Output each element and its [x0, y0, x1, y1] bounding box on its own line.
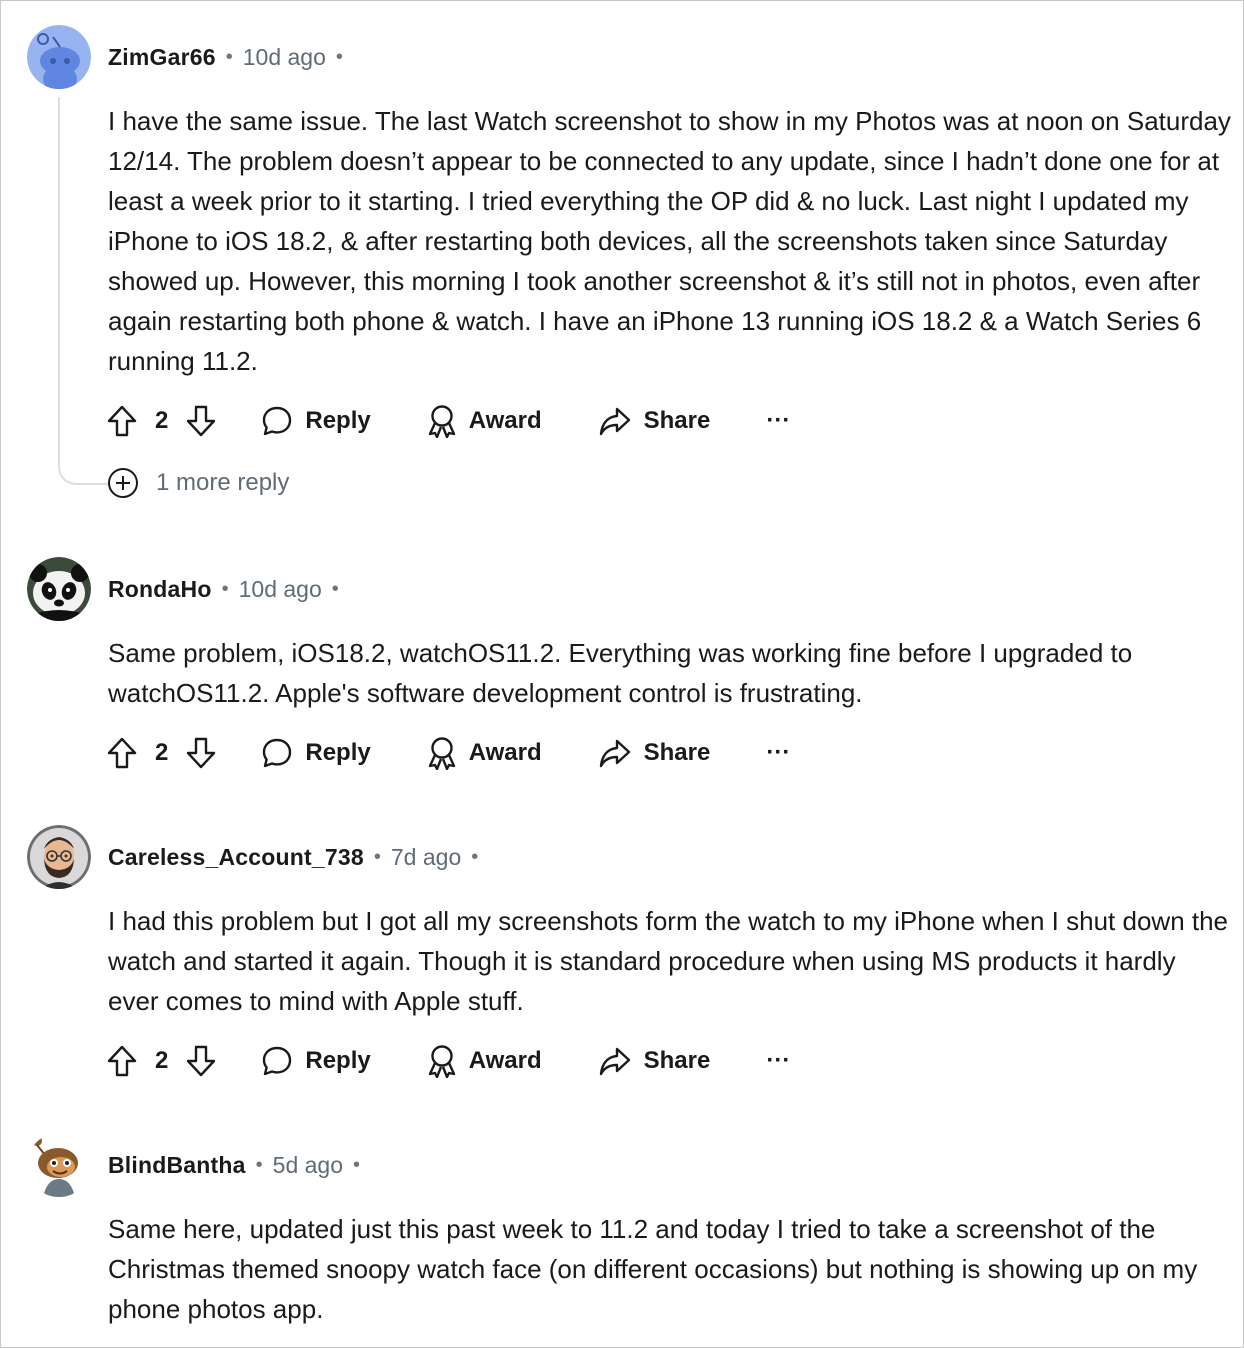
reddit-snoo-avatar-icon [27, 25, 91, 89]
share-arrow-icon [599, 1047, 630, 1076]
more-options-button[interactable]: ··· [766, 401, 790, 441]
separator-dot: • [353, 1153, 361, 1176]
separator-dot: • [221, 577, 229, 600]
author-name[interactable]: Careless_Account_738 [108, 844, 364, 871]
separator-dot: • [255, 1153, 263, 1176]
speech-bubble-icon [263, 1046, 292, 1076]
reply-button[interactable]: Reply [261, 1041, 371, 1081]
downvote-button[interactable] [185, 401, 217, 441]
more-options-button[interactable]: ··· [766, 733, 790, 773]
plus-circle-icon [108, 468, 138, 498]
award-button[interactable]: Award [427, 733, 542, 773]
separator-dot: • [373, 845, 381, 868]
snoo-custom-avatar-icon [27, 1133, 91, 1197]
upvote-arrow-icon [107, 1045, 137, 1077]
award-button[interactable]: Award [427, 401, 542, 441]
share-label: Share [643, 739, 711, 766]
avatar[interactable] [27, 25, 91, 89]
more-options-button[interactable]: ··· [766, 1041, 790, 1081]
comment-meta: Careless_Account_738 • 7d ago • [108, 842, 488, 872]
award-button[interactable]: Award [427, 1041, 542, 1081]
downvote-arrow-icon [187, 1045, 216, 1077]
avatar[interactable] [27, 557, 91, 621]
share-button[interactable]: Share [598, 401, 711, 441]
award-label: Award [468, 1047, 542, 1074]
downvote-arrow-icon [187, 737, 216, 769]
award-label: Award [468, 739, 542, 766]
speech-bubble-icon [263, 406, 292, 436]
comment-actions: 2 Reply Award Share ··· [106, 733, 790, 773]
award-label: Award [468, 407, 542, 434]
upvote-arrow-icon [107, 737, 137, 769]
more-options-icon: ··· [766, 407, 791, 434]
comment-thread: ZimGar66 • 10d ago • I have the same iss… [0, 0, 1244, 1348]
reply-label: Reply [305, 739, 371, 766]
separator-dot: • [225, 45, 233, 68]
downvote-button[interactable] [185, 733, 217, 773]
vote-count: 2 [155, 407, 169, 434]
share-arrow-icon [599, 739, 630, 768]
reply-label: Reply [305, 1047, 371, 1074]
reply-button[interactable]: Reply [261, 733, 371, 773]
more-replies-label: 1 more reply [156, 469, 290, 496]
bearded-man-avatar-icon [27, 825, 91, 889]
award-ribbon-icon [428, 405, 455, 438]
speech-bubble-icon [263, 738, 292, 768]
downvote-button[interactable] [185, 1041, 217, 1081]
upvote-button[interactable] [106, 733, 138, 773]
separator-dot: • [471, 845, 479, 868]
award-ribbon-icon [428, 737, 455, 770]
comment-body: Same problem, iOS18.2, watchOS11.2. Ever… [108, 638, 1133, 708]
upvote-arrow-icon [107, 405, 137, 437]
comment-meta: ZimGar66 • 10d ago • [108, 42, 353, 72]
share-label: Share [643, 1047, 711, 1074]
award-ribbon-icon [428, 1045, 455, 1078]
thread-line[interactable] [58, 97, 108, 485]
share-arrow-icon [599, 407, 630, 436]
more-options-icon: ··· [766, 739, 791, 766]
comment-body: Same here, updated just this past week t… [108, 1214, 1198, 1324]
author-name[interactable]: BlindBantha [108, 1152, 246, 1179]
timestamp[interactable]: 5d ago [273, 1152, 343, 1179]
timestamp[interactable]: 10d ago [239, 576, 322, 603]
vote-count: 2 [155, 739, 169, 766]
separator-dot: • [331, 577, 339, 600]
reply-button[interactable]: Reply [261, 401, 371, 441]
comment-body: I had this problem but I got all my scre… [108, 906, 1229, 1016]
reply-label: Reply [305, 407, 371, 434]
upvote-button[interactable] [106, 1041, 138, 1081]
panda-avatar-icon [27, 557, 91, 621]
vote-count: 2 [155, 1047, 169, 1074]
comment-actions: 2 Reply Award Share ··· [106, 1041, 790, 1081]
avatar[interactable] [27, 825, 91, 889]
share-button[interactable]: Share [598, 733, 711, 773]
comment-meta: RondaHo • 10d ago • [108, 574, 349, 604]
comment-actions: 2 Reply Award Share ··· [106, 401, 790, 441]
more-options-icon: ··· [766, 1047, 791, 1074]
comment-body: I have the same issue. The last Watch sc… [108, 106, 1231, 376]
author-name[interactable]: ZimGar66 [108, 44, 216, 71]
downvote-arrow-icon [187, 405, 216, 437]
avatar[interactable] [27, 1133, 91, 1197]
more-replies-button[interactable]: 1 more reply [108, 468, 289, 498]
separator-dot: • [335, 45, 343, 68]
share-label: Share [643, 407, 711, 434]
upvote-button[interactable] [106, 401, 138, 441]
comment-meta: BlindBantha • 5d ago • [108, 1150, 370, 1180]
author-name[interactable]: RondaHo [108, 576, 212, 603]
share-button[interactable]: Share [598, 1041, 711, 1081]
timestamp[interactable]: 10d ago [243, 44, 326, 71]
timestamp[interactable]: 7d ago [391, 844, 461, 871]
